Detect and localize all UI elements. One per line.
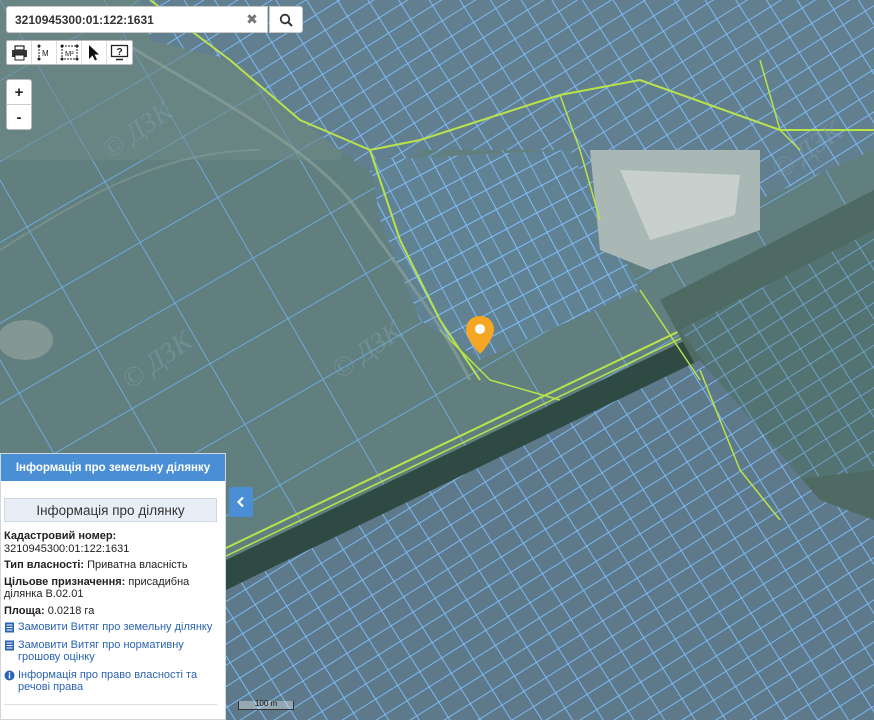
area-value: 0.0218 га [47, 604, 95, 617]
pointer-button[interactable] [82, 41, 107, 64]
help-icon: ? [110, 44, 129, 61]
map-toolbar: M M² ? [6, 40, 133, 65]
measure-area-button[interactable]: M² [57, 41, 82, 64]
panel-subheader: Інформація про ділянку [4, 498, 217, 522]
search-icon [279, 13, 293, 27]
zoom-out-button[interactable]: - [7, 105, 31, 130]
pointer-icon [89, 45, 99, 61]
ownership-label: Тип власності: [4, 559, 85, 571]
print-icon [11, 44, 27, 60]
link-label: Замовити Витяг про земельну ділянку [18, 621, 213, 633]
cadastral-number-label: Кадастровий номер: [4, 530, 117, 542]
ownership-row: Тип власності: Приватна власність [4, 559, 221, 572]
search-input[interactable] [15, 12, 245, 27]
area-row: Площа: 0.0218 га [4, 605, 221, 618]
panel-header: Інформація про земельну ділянку [1, 454, 225, 481]
svg-text:M: M [42, 49, 49, 58]
collapse-panel-button[interactable] [229, 487, 253, 517]
document-icon [5, 622, 14, 633]
parcel-info-panel: Інформація про земельну ділянку Інформац… [0, 453, 226, 720]
zoom-control: + - [6, 79, 32, 130]
link-label: Замовити Витяг про нормативну грошову оц… [18, 638, 184, 664]
search-button[interactable] [269, 6, 303, 33]
panel-body: Кадастровий номер: 3210945300:01:122:163… [1, 522, 225, 694]
measure-distance-icon: M [37, 44, 49, 61]
scale-label: 100 m [254, 699, 278, 708]
ownership-value: Приватна власність [87, 559, 188, 571]
cadastral-number-value: 3210945300:01:122:1631 [4, 542, 130, 555]
print-button[interactable] [7, 41, 32, 64]
chevron-left-icon [236, 496, 244, 508]
link-label: Інформація про право власності та речові… [18, 668, 198, 694]
scale-bar: 100 m [238, 699, 294, 710]
document-icon [5, 640, 14, 650]
info-icon [4, 670, 15, 680]
purpose-label: Цільове призначення: [4, 575, 126, 588]
zoom-in-button[interactable]: + [7, 80, 31, 105]
help-button[interactable]: ? [107, 41, 132, 64]
svg-text:M²: M² [65, 49, 74, 58]
order-extract-parcel-link[interactable]: Замовити Витяг про земельну ділянку [4, 621, 221, 634]
search-bar: ✖ [6, 6, 268, 33]
clear-search-icon[interactable]: ✖ [245, 12, 259, 28]
svg-text:?: ? [117, 47, 123, 58]
ownership-rights-info-link[interactable]: Інформація про право власності та речові… [4, 669, 221, 694]
cadastral-number-row: Кадастровий номер: 3210945300:01:122:163… [4, 530, 221, 555]
panel-divider [4, 704, 217, 705]
order-extract-valuation-link[interactable]: Замовити Витяг про нормативну грошову оц… [4, 639, 221, 664]
area-label: Площа: [4, 604, 45, 617]
measure-area-icon: M² [60, 44, 78, 61]
purpose-row: Цільове призначення: присадибна ділянка … [4, 576, 221, 601]
measure-distance-button[interactable]: M [32, 41, 57, 64]
